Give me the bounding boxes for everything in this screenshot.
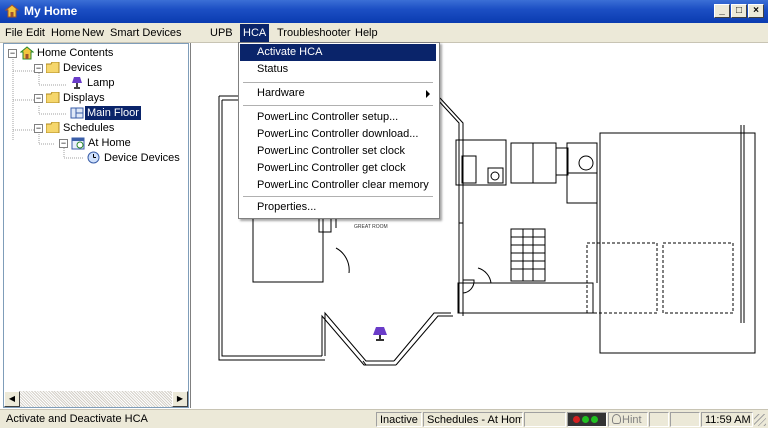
menu-edit[interactable]: Edit — [26, 26, 45, 40]
status-empty-panel — [524, 412, 566, 427]
collapse-icon[interactable]: − — [59, 139, 68, 148]
menu-new[interactable]: New — [82, 26, 104, 40]
folder-icon — [46, 62, 60, 73]
tree-item-lamp[interactable]: Lamp — [4, 76, 184, 90]
menu-item-hardware-label: Hardware — [257, 87, 305, 99]
tree-item-device-devices[interactable]: Device Devices — [4, 151, 184, 165]
hint-button[interactable]: Hint — [608, 412, 648, 427]
menu-smart-devices[interactable]: Smart Devices — [110, 26, 182, 40]
collapse-icon[interactable]: − — [34, 64, 43, 73]
tree-label-lamp: Lamp — [87, 77, 115, 89]
hint-label: Hint — [622, 414, 642, 426]
status-lights — [567, 412, 607, 427]
tree-label-at-home: At Home — [88, 137, 131, 149]
calendar-icon — [71, 137, 85, 150]
menu-help[interactable]: Help — [355, 26, 378, 40]
window-title: My Home — [24, 4, 78, 18]
collapse-icon[interactable]: − — [34, 94, 43, 103]
menu-home[interactable]: Home — [51, 26, 80, 40]
menu-item-activate-hca[interactable]: Activate HCA — [240, 44, 436, 61]
menu-item-plc-get-clock[interactable]: PowerLinc Controller get clock — [240, 160, 436, 177]
status-empty-panel — [649, 412, 669, 427]
tree-item-at-home[interactable]: − At Home — [4, 136, 184, 150]
status-state: Inactive — [376, 412, 422, 427]
house-icon — [20, 46, 34, 60]
menu-item-plc-set-clock[interactable]: PowerLinc Controller set clock — [240, 143, 436, 160]
minimize-button[interactable]: _ — [714, 4, 730, 18]
menu-item-properties[interactable]: Properties... — [240, 199, 436, 216]
green-light-icon — [591, 416, 598, 423]
status-bar: Activate and Deactivate HCA Inactive Sch… — [0, 409, 768, 428]
close-button[interactable]: × — [748, 4, 764, 18]
menu-upb[interactable]: UPB — [210, 26, 233, 40]
room-label-great-room: GREAT ROOM — [354, 224, 388, 230]
menu-item-plc-clear-memory[interactable]: PowerLinc Controller clear memory — [240, 177, 436, 194]
lightbulb-icon — [612, 414, 621, 424]
tree-label-devices: Devices — [63, 62, 103, 74]
menu-separator — [243, 105, 433, 106]
menu-item-plc-setup[interactable]: PowerLinc Controller setup... — [240, 109, 436, 126]
menu-item-plc-download[interactable]: PowerLinc Controller download... — [240, 126, 436, 143]
menu-item-hardware[interactable]: Hardware — [240, 85, 436, 102]
tree-label-main-floor: Main Floor — [85, 106, 141, 120]
menu-troubleshooter[interactable]: Troubleshooter — [277, 26, 351, 40]
collapse-icon[interactable]: − — [34, 124, 43, 133]
menu-hca[interactable]: HCA — [240, 24, 270, 42]
home-tree-pane[interactable]: − Home Contents − Devices Lamp − Display… — [3, 43, 189, 408]
resize-grip-icon[interactable] — [754, 414, 766, 426]
status-message: Activate and Deactivate HCA — [6, 413, 148, 425]
tree-item-main-floor[interactable]: Main Floor — [4, 106, 184, 120]
lamp-icon[interactable] — [373, 327, 387, 341]
tree-label-device-devices: Device Devices — [104, 152, 180, 164]
title-bar: My Home _ □ × — [0, 0, 768, 23]
hca-dropdown-menu: Activate HCA Status Hardware PowerLinc C… — [238, 42, 440, 219]
menu-separator — [243, 82, 433, 83]
menu-item-status[interactable]: Status — [240, 61, 436, 78]
maximize-button[interactable]: □ — [731, 4, 747, 18]
folder-icon — [46, 122, 60, 133]
status-clock: 11:59 AM — [701, 412, 753, 427]
scrollbar-track[interactable] — [20, 391, 172, 407]
tree-label-root: Home Contents — [37, 47, 114, 59]
scroll-left-arrow-icon[interactable]: ◀ — [4, 391, 20, 407]
lamp-icon — [72, 77, 82, 89]
folder-icon — [46, 92, 60, 103]
tree-item-schedules[interactable]: − Schedules — [4, 121, 184, 135]
menu-separator — [243, 196, 433, 197]
tree-horizontal-scrollbar[interactable]: ◀ ▶ — [4, 391, 188, 407]
tree-item-displays[interactable]: − Displays — [4, 91, 184, 105]
submenu-arrow-icon — [426, 90, 430, 98]
menu-bar: File Edit Home New Smart Devices UPB HCA… — [0, 23, 768, 43]
tree-label-schedules: Schedules — [63, 122, 115, 134]
house-icon — [5, 4, 19, 18]
menu-file[interactable]: File — [5, 26, 23, 40]
status-empty-panel — [670, 412, 700, 427]
status-schedule: Schedules - At Home — [423, 412, 523, 427]
scroll-right-arrow-icon[interactable]: ▶ — [172, 391, 188, 407]
floorplan-icon — [70, 107, 84, 119]
tree-root[interactable]: − Home Contents — [4, 46, 184, 60]
red-light-icon — [573, 416, 580, 423]
tree-label-displays: Displays — [63, 92, 105, 104]
green-light-icon — [582, 416, 589, 423]
clock-icon — [87, 151, 100, 164]
tree-item-devices[interactable]: − Devices — [4, 61, 184, 75]
collapse-icon[interactable]: − — [8, 49, 17, 58]
